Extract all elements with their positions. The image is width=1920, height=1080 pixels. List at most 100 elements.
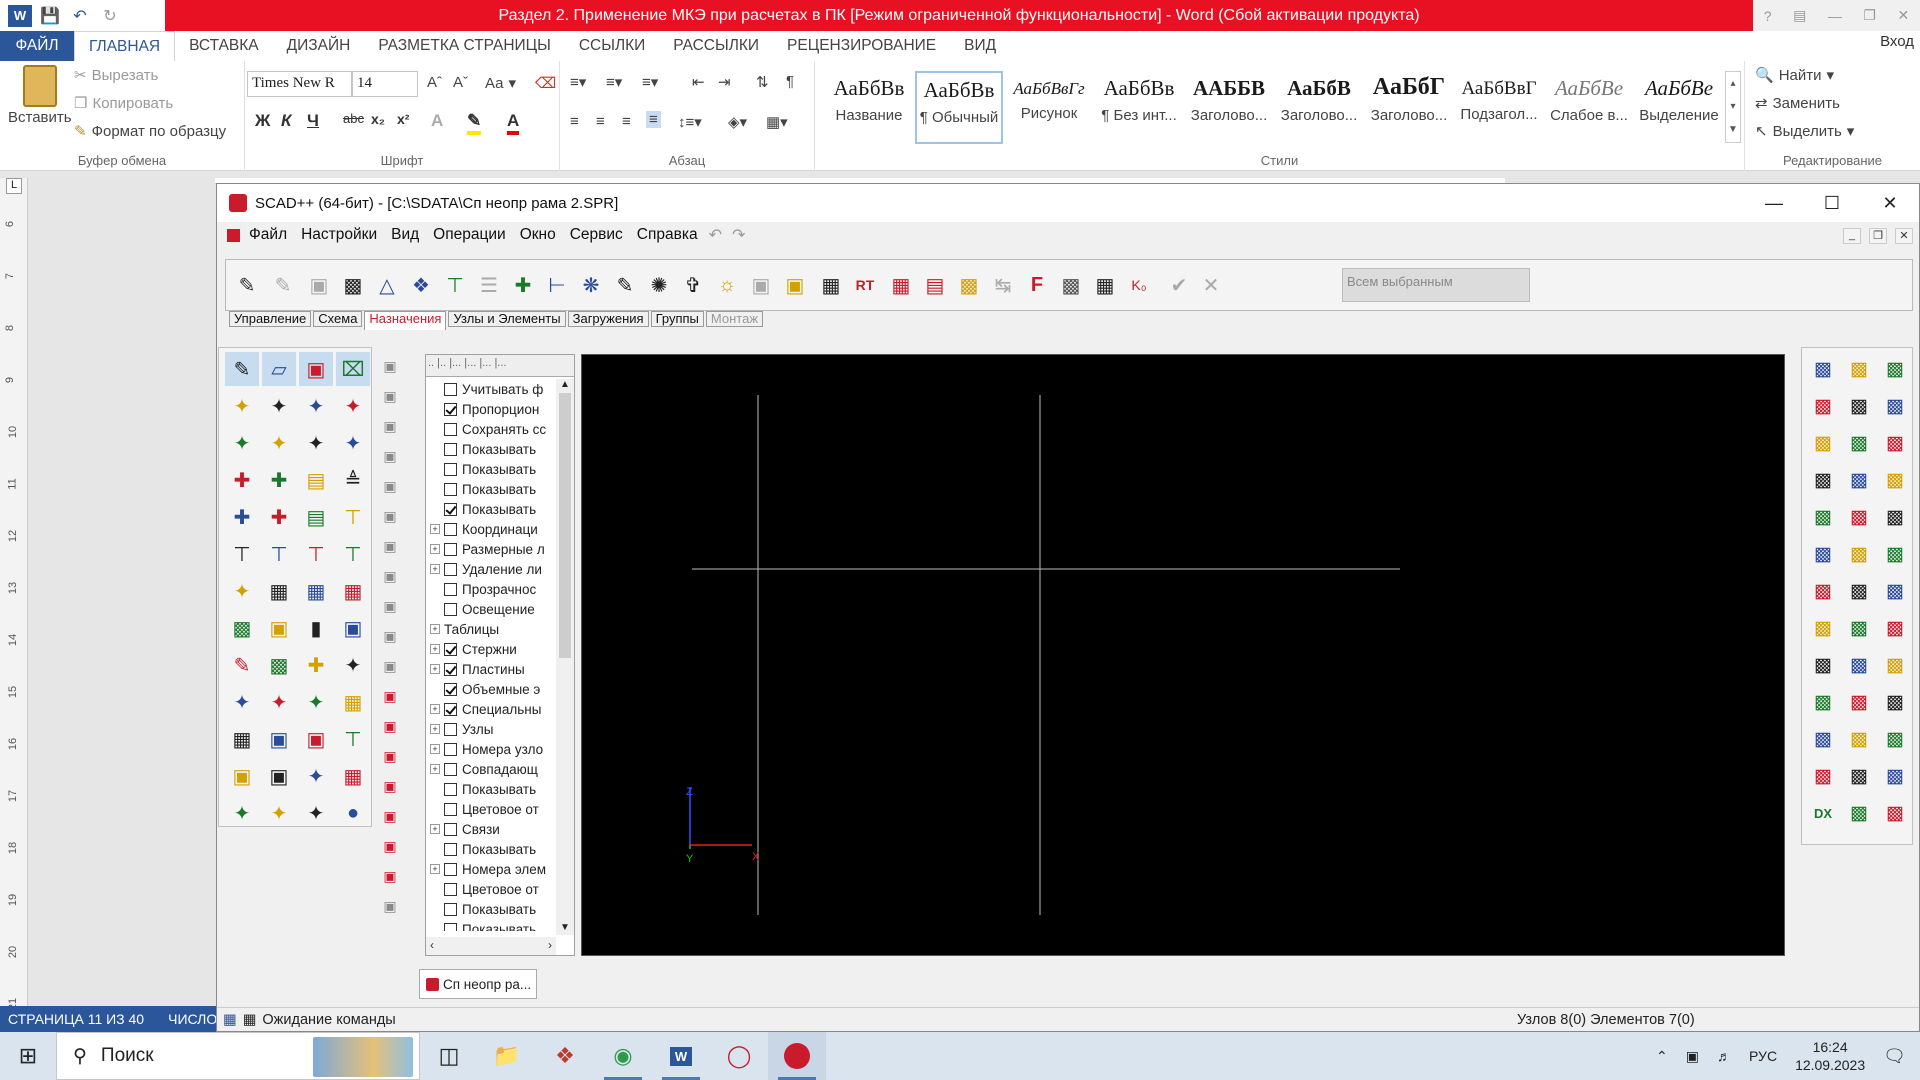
paste-button[interactable]: Вставить	[8, 65, 72, 126]
filter-tool-icon[interactable]: ▱	[262, 352, 296, 386]
visual-tool-icon[interactable]: ▣	[379, 445, 401, 467]
tab-design[interactable]: ДИЗАЙН	[273, 31, 365, 61]
view-tool-icon[interactable]: ▩	[1844, 576, 1874, 606]
tree-vertical-scrollbar[interactable]: ▲ ▼	[556, 379, 574, 935]
tab-assembly[interactable]: Монтаж	[705, 311, 764, 327]
sort-icon[interactable]: ⇅	[756, 73, 769, 91]
filter-tool-icon[interactable]: ✚	[299, 648, 333, 682]
filter-tool-icon[interactable]: ▣	[262, 759, 296, 793]
tab-assignments[interactable]: Назначения	[364, 311, 447, 330]
menu-file[interactable]: Файл	[242, 226, 294, 244]
visual-tool-icon[interactable]: ▣	[379, 775, 401, 797]
visual-tool-icon[interactable]: ▣	[379, 355, 401, 377]
ribbon-display-icon[interactable]: ▤	[1793, 7, 1806, 24]
tab-layout[interactable]: РАЗМЕТКА СТРАНИЦЫ	[364, 31, 565, 61]
mdi-minimize-icon[interactable]: _	[1843, 228, 1861, 244]
tree-checkbox[interactable]	[444, 422, 457, 436]
style-heading-2[interactable]: АаБбВ Заголово...	[1275, 71, 1363, 144]
tab-review[interactable]: РЕЦЕНЗИРОВАНИЕ	[773, 31, 950, 61]
view-tool-icon[interactable]: ▩	[1808, 428, 1838, 458]
tree-horizontal-scrollbar[interactable]: ‹ ›	[426, 937, 556, 955]
redo-icon[interactable]: ↷	[732, 225, 745, 245]
filter-tool-icon[interactable]: ✦	[299, 759, 333, 793]
restore-icon[interactable]: ❐	[1863, 7, 1876, 24]
elastic-base-icon[interactable]: ✎	[610, 270, 640, 300]
local-axes-icon[interactable]: ☰	[474, 270, 504, 300]
tab-nodes-elements[interactable]: Узлы и Элементы	[448, 311, 566, 327]
view-tool-icon[interactable]: ▩	[1808, 724, 1838, 754]
status-tool-icon[interactable]: ▦	[223, 1012, 237, 1028]
mdi-close-icon[interactable]: ✕	[1895, 228, 1913, 244]
network-icon[interactable]: ▣	[1686, 1048, 1699, 1065]
view-tool-icon[interactable]: ▩	[1880, 428, 1910, 458]
font-name-combo[interactable]: Times New R	[247, 71, 352, 97]
temperature-icon[interactable]: ☼	[712, 270, 742, 300]
increase-indent-icon[interactable]: ⇥	[718, 73, 731, 91]
view-tool-icon[interactable]: ▩	[1880, 613, 1910, 643]
task-view-icon[interactable]: ◫	[420, 1032, 478, 1080]
visual-tool-icon[interactable]: ▣	[379, 595, 401, 617]
tree-item[interactable]: + Удаление ли	[430, 559, 554, 579]
assign-plate-icon[interactable]: ▣	[304, 270, 334, 300]
style-figure[interactable]: АаБбВвГг Рисунок	[1005, 71, 1093, 144]
tree-checkbox[interactable]	[444, 642, 457, 656]
reinforcement-icon[interactable]: ▦	[886, 270, 916, 300]
expand-icon[interactable]: +	[430, 744, 440, 754]
filter-tool-icon[interactable]: ✦	[299, 796, 333, 830]
tree-item[interactable]: + Узлы	[430, 719, 554, 739]
expand-icon[interactable]: +	[430, 664, 440, 674]
expand-icon[interactable]: +	[430, 724, 440, 734]
visual-tool-icon[interactable]: ▣	[379, 865, 401, 887]
format-painter-button[interactable]: ✎ Формат по образцу	[74, 122, 226, 141]
login-link[interactable]: Вход	[1880, 33, 1914, 50]
tree-checkbox[interactable]	[444, 842, 457, 856]
scad-minimize-icon[interactable]: —	[1745, 184, 1803, 222]
tree-item[interactable]: + Пластины	[430, 659, 554, 679]
visual-tool-icon[interactable]: ▣	[379, 415, 401, 437]
visual-tool-icon[interactable]: ▣	[379, 625, 401, 647]
word-app-icon[interactable]: W	[652, 1032, 710, 1080]
filter-tool-icon[interactable]: ✦	[336, 648, 370, 682]
filter-tool-icon[interactable]: ✦	[336, 389, 370, 423]
view-tool-icon[interactable]: DX	[1808, 798, 1838, 828]
style-subtitle[interactable]: АаБбВвГ Подзагол...	[1455, 71, 1543, 144]
font-size-combo[interactable]: 14	[352, 71, 418, 97]
tree-item[interactable]: Показывать	[430, 779, 554, 799]
filter-tool-icon[interactable]: ●	[336, 796, 370, 830]
tree-item[interactable]: Показывать	[430, 439, 554, 459]
shrink-font-icon[interactable]: Aˇ	[453, 74, 468, 91]
tree-item[interactable]: Показывать	[430, 899, 554, 919]
filter-tool-icon[interactable]: ▣	[225, 759, 259, 793]
hinges-icon[interactable]: ❖	[406, 270, 436, 300]
tree-tabs[interactable]: .. |.. |... |... |... |...	[426, 355, 574, 377]
tree-item[interactable]: Прозрачнос	[430, 579, 554, 599]
filter-tool-icon[interactable]: ⌧	[336, 352, 370, 386]
minimize-icon[interactable]: —	[1828, 8, 1842, 24]
line-spacing-icon[interactable]: ↕≡▾	[678, 113, 702, 131]
assign-type-icon[interactable]: ✎	[268, 270, 298, 300]
filter-tool-icon[interactable]: ▦	[262, 574, 296, 608]
redo-icon[interactable]: ↻	[98, 5, 122, 27]
filter-tool-icon[interactable]: ⊤	[262, 537, 296, 571]
tree-item[interactable]: + Стержни	[430, 639, 554, 659]
view-tool-icon[interactable]: ▩	[1880, 539, 1910, 569]
tree-item[interactable]: Учитывать ф	[430, 379, 554, 399]
node-axes-icon[interactable]: ✚	[508, 270, 538, 300]
selection-mode-combo[interactable]: Всем выбранным	[1342, 268, 1530, 302]
view-tool-icon[interactable]: ▩	[1808, 687, 1838, 717]
visual-tool-icon[interactable]: ▣	[379, 745, 401, 767]
view-tool-icon[interactable]: ▩	[1880, 650, 1910, 680]
coefficients-icon[interactable]: K₀	[1124, 270, 1154, 300]
scroll-right-icon[interactable]: ›	[548, 938, 552, 952]
shading-icon[interactable]: ◈▾	[728, 113, 747, 131]
menu-window[interactable]: Окно	[513, 226, 563, 244]
style-heading-3[interactable]: АаБбГ Заголово...	[1365, 71, 1453, 144]
cut-button[interactable]: ✂ Вырезать	[74, 66, 158, 85]
force-icon[interactable]: F	[1022, 270, 1052, 300]
tree-checkbox[interactable]	[444, 442, 457, 456]
view-tool-icon[interactable]: ▩	[1844, 761, 1874, 791]
filter-tool-icon[interactable]: ⊤	[336, 537, 370, 571]
filter-tool-icon[interactable]: ▦	[336, 759, 370, 793]
expand-icon[interactable]: +	[430, 524, 440, 534]
filter-tool-icon[interactable]: ✦	[299, 426, 333, 460]
